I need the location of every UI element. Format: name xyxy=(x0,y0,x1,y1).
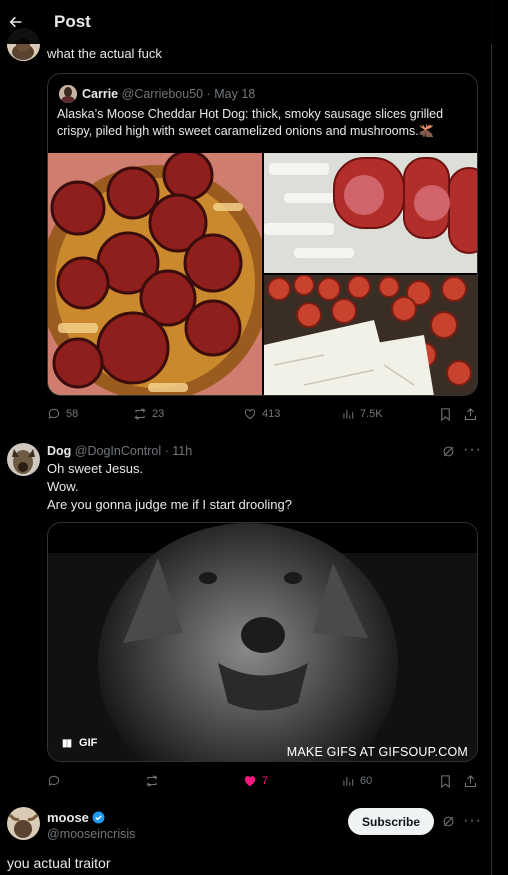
share-icon xyxy=(464,407,477,420)
more-button[interactable]: ··· xyxy=(463,812,482,829)
author-handle[interactable]: @mooseincrisis xyxy=(47,826,135,843)
verified-icon xyxy=(92,811,105,824)
views-button[interactable]: 7.5K xyxy=(341,407,383,421)
post-text-line-1: Oh sweet Jesus. xyxy=(47,461,144,476)
more-icon: ··· xyxy=(463,812,482,829)
repost-icon xyxy=(134,408,146,420)
avatar[interactable] xyxy=(7,443,40,476)
repost-icon xyxy=(146,775,158,787)
post-meta: Dog @DogInControl · 11h xyxy=(47,444,193,458)
author-handle[interactable]: @Carriebou50 xyxy=(122,87,203,101)
reply-count: 58 xyxy=(66,408,79,420)
subscribe-button[interactable]: Subscribe xyxy=(348,808,435,835)
pause-icon[interactable]: ▮▮ xyxy=(62,738,72,749)
quote-text: Alaska’s Moose Cheddar Hot Dog: thick, s… xyxy=(57,107,444,138)
repost-button[interactable]: 23 xyxy=(133,407,164,421)
grok-button[interactable] xyxy=(441,444,456,464)
grok-button[interactable] xyxy=(441,814,456,834)
repost-count: 23 xyxy=(152,408,165,420)
like-button[interactable]: 413 xyxy=(243,407,280,421)
reply-button[interactable]: 58 xyxy=(47,407,78,421)
post-text: what the actual fuck xyxy=(47,46,162,61)
media-image-chopped-onions[interactable] xyxy=(264,275,477,395)
gif-image-dog xyxy=(48,523,477,761)
author-name[interactable]: Dog xyxy=(47,444,71,458)
bookmark-button[interactable] xyxy=(438,774,453,789)
back-arrow-icon xyxy=(9,16,22,28)
post-text-line-2: Wow. xyxy=(47,479,79,494)
share-button[interactable] xyxy=(463,774,478,789)
like-button[interactable]: 7 xyxy=(243,774,268,788)
grok-icon xyxy=(443,816,454,827)
reply-icon xyxy=(48,408,60,420)
back-button[interactable] xyxy=(0,6,32,38)
more-icon: ··· xyxy=(463,441,482,458)
share-button[interactable] xyxy=(463,407,478,422)
bookmark-icon xyxy=(441,774,450,788)
like-count: 413 xyxy=(262,408,281,420)
post-actions: 58 23 413 7.5K xyxy=(47,405,478,423)
post-date[interactable]: May 18 xyxy=(214,87,255,101)
views-icon xyxy=(343,409,354,419)
page-title: Post xyxy=(54,12,91,31)
repost-button[interactable] xyxy=(145,774,164,788)
gif-controls: ▮▮ GIF xyxy=(62,737,97,749)
reply-button[interactable] xyxy=(47,774,66,788)
avatar xyxy=(59,85,77,103)
reply-icon xyxy=(48,775,60,787)
quoted-post-card[interactable]: Carrie @Carriebou50 · May 18 Alaska’s Mo… xyxy=(47,73,478,396)
gif-badge: GIF xyxy=(79,737,98,749)
share-icon xyxy=(464,774,477,787)
views-count: 60 xyxy=(360,775,373,787)
media-image-hotdog-plate[interactable] xyxy=(48,153,262,395)
like-icon xyxy=(244,409,256,420)
bookmark-icon xyxy=(441,407,450,421)
author-row: moose xyxy=(47,809,105,826)
grok-icon xyxy=(443,446,454,457)
media-image-sausage-onions[interactable] xyxy=(264,153,477,273)
gif-media[interactable]: ▮▮ GIF MAKE GIFS AT GIFSOUP.COM xyxy=(47,522,478,762)
author-name[interactable]: moose xyxy=(47,810,89,825)
quote-meta: Carrie @Carriebou50 · May 18 xyxy=(82,87,256,101)
bookmark-button[interactable] xyxy=(438,407,453,422)
like-icon xyxy=(244,776,256,787)
more-button[interactable]: ··· xyxy=(463,441,482,458)
post-text-line-3: Are you gonna judge me if I start drooli… xyxy=(47,497,292,512)
avatar[interactable] xyxy=(7,807,40,840)
gif-watermark: MAKE GIFS AT GIFSOUP.COM xyxy=(286,745,468,759)
post-actions: 7 60 xyxy=(47,772,478,790)
post-time[interactable]: 11h xyxy=(172,444,192,458)
views-button[interactable]: 60 xyxy=(341,774,372,788)
author-name[interactable]: Carrie xyxy=(82,87,118,101)
views-icon xyxy=(343,776,354,786)
like-count: 7 xyxy=(262,775,269,787)
author-handle[interactable]: @DogInControl xyxy=(75,444,161,458)
views-count: 7.5K xyxy=(360,408,383,420)
reply-text: you actual traitor xyxy=(7,855,111,871)
column-border xyxy=(491,0,492,875)
top-bar: Post xyxy=(0,0,492,44)
